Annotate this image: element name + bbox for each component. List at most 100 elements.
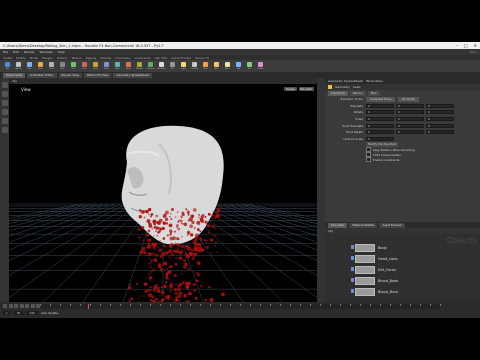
scale-tool-icon[interactable] [1,109,8,115]
check-enable-constraints[interactable]: Enable Constraints [325,157,480,163]
param-value-field[interactable]: 0 [426,117,454,122]
param-value-field[interactable]: 0 [366,117,394,122]
shelf-tab[interactable]: Hair Utils [155,56,168,60]
network-node[interactable]: Head_class [351,255,398,263]
param-value-field[interactable]: 0 [396,117,424,122]
shelf-tab[interactable]: Terrain FX [195,56,209,60]
shelf-tool[interactable]: Env [245,61,254,71]
shelf-tab[interactable]: Rigging [86,56,97,60]
node-tile[interactable] [355,277,375,285]
tab-geometry-spreadsheet[interactable]: Geometry Spreadsheet [328,79,363,83]
transform-order-select[interactable]: Scale Rot Trans [366,96,396,102]
minimize-icon[interactable]: – [456,43,458,48]
tab-transform[interactable]: Transform [328,91,348,96]
node-tile[interactable] [355,255,375,263]
move-tool-icon[interactable] [1,91,8,97]
shelf-tool[interactable]: Point [201,61,210,71]
scene-viewport[interactable]: View Persp No cam [9,84,317,302]
pane-tab[interactable]: Animation Editor [27,72,57,78]
shelf-tool[interactable]: Curve [91,61,100,71]
select-tool-icon[interactable] [1,82,8,88]
shelf-tab[interactable]: Characters [115,56,130,60]
shelf-tab[interactable]: Muscles [100,56,111,60]
current-frame-field[interactable]: 30 [13,311,24,315]
param-value-field[interactable]: 0 [396,110,424,115]
play-reverse-icon[interactable] [14,304,18,308]
param-value-field[interactable]: 0 [396,123,424,128]
auto-update-toggle[interactable]: Auto Update [41,311,59,315]
shelf-tool[interactable]: Path [113,61,122,71]
shelf-tab[interactable]: Modify [16,56,25,60]
pane-tab[interactable]: Scene View [3,72,26,78]
param-value-field[interactable]: 0 [426,110,454,115]
param-value-field[interactable]: 0 [426,130,454,135]
shelf-tool[interactable]: Metaball [157,61,166,71]
network-node[interactable]: Blood_Book [351,277,398,285]
persp-button[interactable]: Persp [284,87,297,91]
handle-tool-icon[interactable] [1,118,8,124]
tab-asset-browser[interactable]: Asset Browser [379,222,406,228]
rotate-tool-icon[interactable] [1,100,8,106]
param-value-field[interactable]: 0 [396,103,424,108]
tab-tree-view[interactable]: Tree View [328,222,348,228]
rotate-order-select[interactable]: Rx Ry Rz [398,96,419,102]
shelf-tool[interactable]: Spray [124,61,133,71]
shelf-tab[interactable]: Constraints [135,56,151,60]
shelf-tab[interactable]: Create [3,56,12,60]
shelf-tool[interactable]: Circle [80,61,89,71]
param-value-field[interactable]: 0 [426,123,454,128]
shelf-tab[interactable]: Deform [57,56,67,60]
menu-render[interactable]: Render [24,50,35,54]
shelf-tool[interactable]: Lights [179,61,188,71]
camera-button[interactable]: No cam [298,87,314,91]
shelf-tool[interactable]: Box [3,61,12,71]
desktop-select[interactable]: Main [470,50,477,54]
network-node[interactable]: Body [351,244,387,252]
close-icon[interactable]: ✕ [474,43,477,48]
shelf-tool[interactable]: Draw [102,61,111,71]
shelf-tool[interactable]: File [168,61,177,71]
pane-tab[interactable]: Motion FX View [83,72,112,78]
shelf-tool[interactable]: Grid [47,61,56,71]
tab-render[interactable]: Render [349,91,366,96]
shelf-tool[interactable]: Spot [212,61,221,71]
pose-tool-icon[interactable] [1,127,8,133]
shelf-tool[interactable]: Sky [234,61,243,71]
display-flag-icon[interactable] [351,278,354,282]
menu-file[interactable]: File [3,50,8,54]
param-value-field[interactable]: 0 [366,103,394,108]
shelf-tool[interactable]: Camera [190,61,199,71]
node-tile[interactable] [355,244,375,252]
shelf-tool[interactable]: Platonic [135,61,144,71]
checkbox[interactable] [366,157,371,163]
param-value-field[interactable]: 0 [426,103,454,108]
frame-end-field[interactable]: 240 [26,311,38,315]
step-forward-icon[interactable] [30,304,35,308]
shelf-tool[interactable]: Sphere [14,61,23,71]
network-path[interactable]: obj [328,229,333,233]
network-node[interactable]: Dirt_Faces [351,266,396,274]
node-name-field[interactable]: head [353,85,361,89]
shelf-tool[interactable]: Null [58,61,67,71]
param-value-field[interactable]: 0 [366,110,394,115]
playhead[interactable] [88,304,89,309]
shelf-tab[interactable]: Texture [71,56,81,60]
shelf-tab[interactable]: Guide Process [171,56,191,60]
tab-material-palette[interactable]: Material Palette [349,222,378,228]
jump-start-icon[interactable] [3,304,7,308]
network-editor[interactable]: obj Objects Body Head_class Dirt_Faces Bloo… [325,228,480,302]
frame-start-field[interactable]: 1 [3,311,11,315]
shelf-tool[interactable]: Line [69,61,78,71]
pane-tab[interactable]: Render View [58,72,82,78]
stop-icon[interactable] [19,304,24,308]
tab-misc[interactable]: Misc [367,91,381,96]
shelf-tool[interactable]: Area [223,61,232,71]
maximize-icon[interactable]: □ [464,43,468,48]
timeline-ruler[interactable] [40,304,441,309]
network-node[interactable]: Blood_Buck [351,288,398,296]
shelf-tab[interactable]: Polygon [42,56,53,60]
display-flag-icon[interactable] [351,256,354,260]
display-flag-icon[interactable] [351,267,354,271]
param-value-field[interactable]: 0 [396,130,424,135]
display-flag-icon[interactable] [351,289,354,293]
